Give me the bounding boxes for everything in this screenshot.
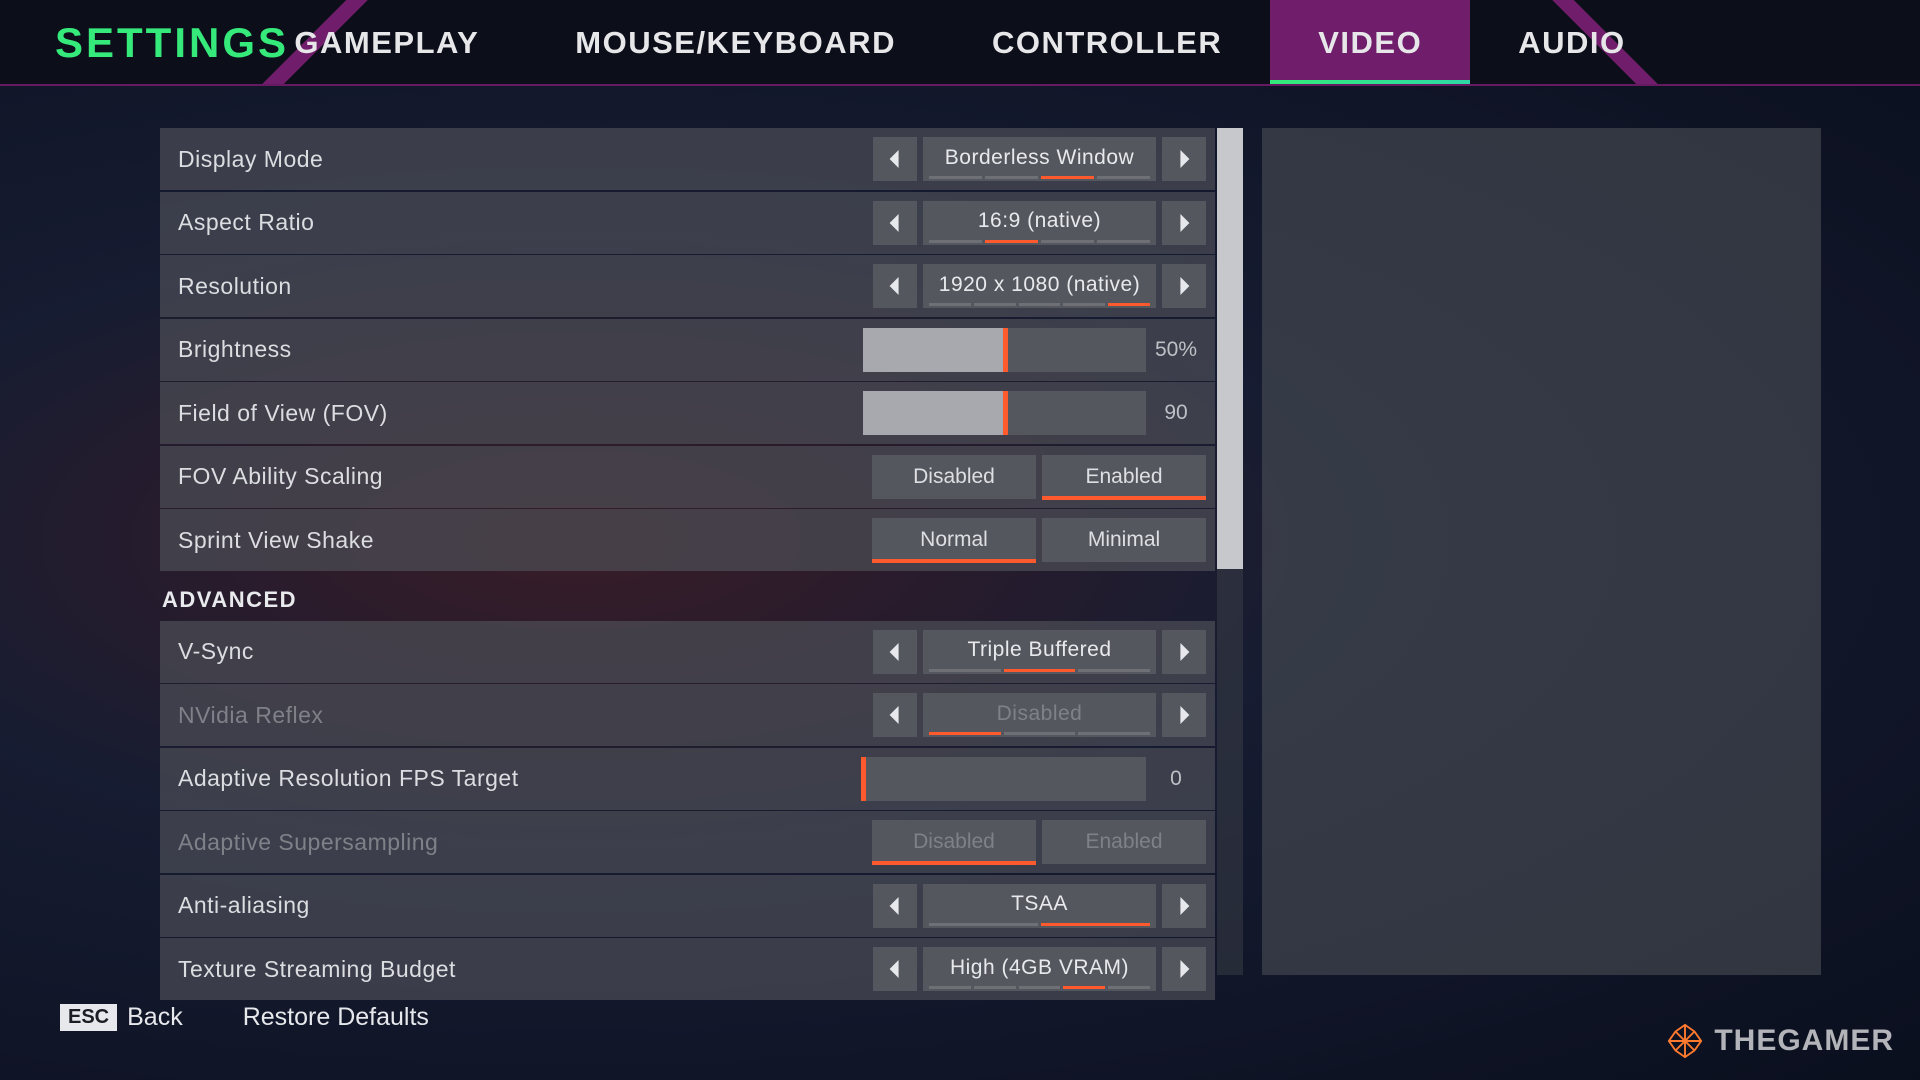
resolution-next-button[interactable] bbox=[1162, 264, 1206, 308]
fov-slider[interactable] bbox=[863, 391, 1146, 435]
setting-row-adaptive_res: Adaptive Resolution FPS Target 0 bbox=[160, 748, 1215, 810]
aspect_ratio-value: 16:9 (native) bbox=[978, 210, 1101, 231]
aspect_ratio-prev-button[interactable] bbox=[873, 201, 917, 245]
nvidia_reflex-prev-button[interactable] bbox=[873, 693, 917, 737]
vsync-next-button[interactable] bbox=[1162, 630, 1206, 674]
anti_aliasing-value: TSAA bbox=[1011, 893, 1068, 914]
nvidia_reflex-label: NVidia Reflex bbox=[178, 702, 873, 729]
footer-bar: ESC Back Restore Defaults bbox=[60, 1003, 429, 1032]
resolution-value-box[interactable]: 1920 x 1080 (native) bbox=[923, 264, 1156, 308]
resolution-label: Resolution bbox=[178, 273, 873, 300]
aspect_ratio-label: Aspect Ratio bbox=[178, 209, 873, 236]
texture_stream-label: Texture Streaming Budget bbox=[178, 956, 873, 983]
texture_stream-next-button[interactable] bbox=[1162, 947, 1206, 991]
fov_ability_scaling-label: FOV Ability Scaling bbox=[178, 463, 872, 490]
vsync-ticks bbox=[929, 669, 1150, 672]
texture_stream-ticks bbox=[929, 986, 1150, 989]
tabs-container: GAMEPLAYMOUSE/KEYBOARDCONTROLLERVIDEOAUD… bbox=[300, 0, 1620, 85]
display_mode-ticks bbox=[929, 176, 1150, 179]
setting-row-nvidia_reflex: NVidia Reflex Disabled bbox=[160, 684, 1215, 746]
resolution-value: 1920 x 1080 (native) bbox=[939, 274, 1140, 295]
display_mode-next-button[interactable] bbox=[1162, 137, 1206, 181]
fov-value: 90 bbox=[1146, 391, 1206, 435]
nvidia_reflex-value: Disabled bbox=[997, 703, 1083, 724]
display_mode-prev-button[interactable] bbox=[873, 137, 917, 181]
vsync-value-box[interactable]: Triple Buffered bbox=[923, 630, 1156, 674]
tab-audio[interactable]: AUDIO bbox=[1470, 0, 1673, 85]
aspect_ratio-next-button[interactable] bbox=[1162, 201, 1206, 245]
nvidia_reflex-value-box[interactable]: Disabled bbox=[923, 693, 1156, 737]
vsync-prev-button[interactable] bbox=[873, 630, 917, 674]
restore-defaults-button[interactable]: Restore Defaults bbox=[243, 1003, 429, 1032]
adaptive_res-value: 0 bbox=[1146, 757, 1206, 801]
nvidia_reflex-next-button[interactable] bbox=[1162, 693, 1206, 737]
brightness-value: 50% bbox=[1146, 328, 1206, 372]
anti_aliasing-prev-button[interactable] bbox=[873, 884, 917, 928]
aspect_ratio-value-box[interactable]: 16:9 (native) bbox=[923, 201, 1156, 245]
back-button[interactable]: ESC Back bbox=[60, 1003, 183, 1032]
fov_ability_scaling-option-1[interactable]: Enabled bbox=[1042, 455, 1206, 499]
display_mode-label: Display Mode bbox=[178, 146, 873, 173]
anti_aliasing-next-button[interactable] bbox=[1162, 884, 1206, 928]
aspect_ratio-ticks bbox=[929, 240, 1150, 243]
adaptive_res-slider[interactable] bbox=[863, 757, 1146, 801]
watermark-text: THEGAMER bbox=[1714, 1024, 1894, 1058]
setting-row-fov: Field of View (FOV) 90 bbox=[160, 382, 1215, 444]
setting-row-brightness: Brightness 50% bbox=[160, 319, 1215, 381]
setting-row-resolution: Resolution 1920 x 1080 (native) bbox=[160, 255, 1215, 317]
sprint_shake-label: Sprint View Shake bbox=[178, 527, 872, 554]
sprint_shake-option-1[interactable]: Minimal bbox=[1042, 518, 1206, 562]
resolution-ticks bbox=[929, 303, 1150, 306]
tab-gameplay[interactable]: GAMEPLAY bbox=[246, 0, 527, 85]
setting-row-adaptive_ss: Adaptive Supersampling Disabled Enabled bbox=[160, 811, 1215, 873]
watermark-icon bbox=[1666, 1022, 1704, 1060]
section-header-advanced: ADVANCED bbox=[160, 573, 1215, 621]
adaptive_ss-option-1[interactable]: Enabled bbox=[1042, 820, 1206, 864]
adaptive_ss-option-0[interactable]: Disabled bbox=[872, 820, 1036, 864]
fov_ability_scaling-option-0[interactable]: Disabled bbox=[872, 455, 1036, 499]
brightness-slider[interactable] bbox=[863, 328, 1146, 372]
scrollbar-thumb[interactable] bbox=[1217, 128, 1243, 569]
fov-label: Field of View (FOV) bbox=[178, 400, 863, 427]
setting-row-display_mode: Display Mode Borderless Window bbox=[160, 128, 1215, 190]
back-label: Back bbox=[127, 1003, 183, 1032]
brightness-label: Brightness bbox=[178, 336, 863, 363]
vsync-label: V-Sync bbox=[178, 638, 873, 665]
texture_stream-prev-button[interactable] bbox=[873, 947, 917, 991]
setting-row-texture_stream: Texture Streaming Budget High (4GB VRAM) bbox=[160, 938, 1215, 1000]
tab-mousekb[interactable]: MOUSE/KEYBOARD bbox=[527, 0, 944, 85]
setting-row-aspect_ratio: Aspect Ratio 16:9 (native) bbox=[160, 192, 1215, 254]
setting-row-anti_aliasing: Anti-aliasing TSAA bbox=[160, 875, 1215, 937]
display_mode-value-box[interactable]: Borderless Window bbox=[923, 137, 1156, 181]
anti_aliasing-value-box[interactable]: TSAA bbox=[923, 884, 1156, 928]
resolution-prev-button[interactable] bbox=[873, 264, 917, 308]
nvidia_reflex-ticks bbox=[929, 732, 1150, 735]
texture_stream-value-box[interactable]: High (4GB VRAM) bbox=[923, 947, 1156, 991]
setting-row-fov_ability_scaling: FOV Ability Scaling Disabled Enabled bbox=[160, 446, 1215, 508]
top-bar: SETTINGS GAMEPLAYMOUSE/KEYBOARDCONTROLLE… bbox=[0, 0, 1920, 85]
tab-controller[interactable]: CONTROLLER bbox=[944, 0, 1270, 85]
display_mode-value: Borderless Window bbox=[945, 147, 1134, 168]
esc-key-hint: ESC bbox=[60, 1004, 117, 1031]
sprint_shake-option-0[interactable]: Normal bbox=[872, 518, 1036, 562]
settings-column: Display Mode Borderless Window Aspect Ra… bbox=[160, 128, 1215, 975]
restore-defaults-label: Restore Defaults bbox=[243, 1003, 429, 1032]
tab-video[interactable]: VIDEO bbox=[1270, 0, 1470, 85]
vsync-value: Triple Buffered bbox=[967, 639, 1111, 660]
texture_stream-value: High (4GB VRAM) bbox=[950, 957, 1129, 978]
anti_aliasing-ticks bbox=[929, 923, 1150, 926]
adaptive_ss-label: Adaptive Supersampling bbox=[178, 829, 872, 856]
anti_aliasing-label: Anti-aliasing bbox=[178, 892, 873, 919]
adaptive_res-label: Adaptive Resolution FPS Target bbox=[178, 765, 863, 792]
preview-panel bbox=[1262, 128, 1821, 975]
scrollbar-track[interactable] bbox=[1217, 128, 1243, 975]
setting-row-sprint_shake: Sprint View Shake Normal Minimal bbox=[160, 509, 1215, 571]
watermark: THEGAMER bbox=[1666, 1022, 1894, 1060]
setting-row-vsync: V-Sync Triple Buffered bbox=[160, 621, 1215, 683]
